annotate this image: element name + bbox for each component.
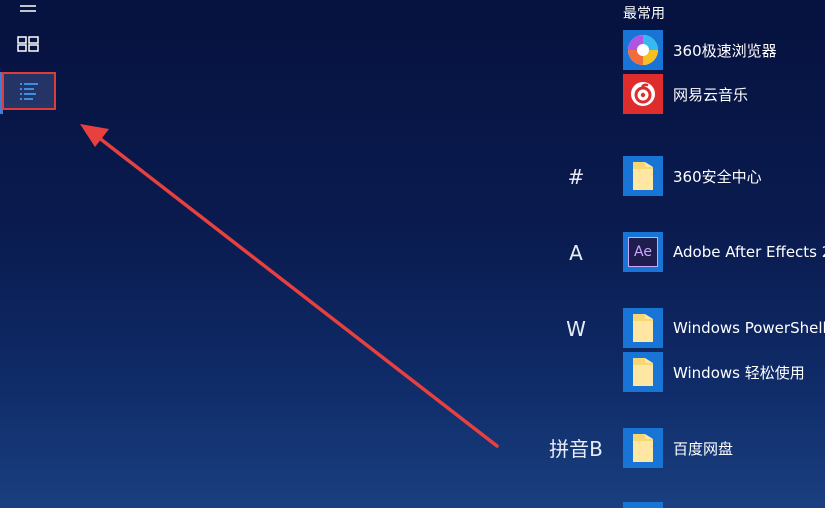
ae-badge-text: Ae [634, 244, 652, 260]
folder-icon [633, 314, 653, 342]
browser-360-icon [628, 35, 658, 65]
next-app-tile-partial[interactable] [623, 502, 663, 508]
tiles-view-button[interactable] [0, 24, 56, 64]
group-letter-pinyin-b[interactable]: 拼音B [536, 437, 616, 461]
after-effects-icon: Ae [628, 237, 658, 267]
folder-icon [633, 358, 653, 386]
all-apps-list-button[interactable] [2, 72, 56, 110]
app-item-label: 360极速浏览器 [673, 41, 777, 60]
app-item-label: 网易云音乐 [673, 85, 749, 104]
app-item-label: Windows 轻松使用 [673, 363, 805, 382]
folder-icon [633, 434, 653, 462]
folder-icon [633, 162, 653, 190]
app-item-after-effects[interactable]: Ae Adobe After Effects 2 [623, 232, 825, 272]
app-item-netease-music[interactable]: 网易云音乐 [623, 74, 825, 114]
most-used-header: 最常用 [623, 6, 665, 22]
app-item-label: Windows PowerShell [673, 319, 825, 337]
tiles-icon [17, 36, 39, 52]
hamburger-icon [20, 5, 36, 12]
expand-menu-button[interactable] [0, 0, 56, 22]
group-letter-a[interactable]: A [536, 241, 616, 265]
app-item-windows-powershell[interactable]: Windows PowerShell [623, 308, 825, 348]
netease-music-icon [631, 82, 655, 106]
app-item-label: Adobe After Effects 2 [673, 243, 825, 261]
app-item-baidu-netdisk[interactable]: 百度网盘 [623, 428, 825, 468]
list-icon [20, 83, 38, 100]
app-item-windows-ease-of-access[interactable]: Windows 轻松使用 [623, 352, 825, 392]
app-item-360-security[interactable]: 360安全中心 [623, 156, 825, 196]
group-letter-w[interactable]: W [536, 317, 616, 341]
app-item-360-browser[interactable]: 360极速浏览器 [623, 30, 825, 70]
app-item-label: 360安全中心 [673, 167, 762, 186]
group-letter-hash[interactable]: # [536, 165, 616, 189]
app-item-label: 百度网盘 [673, 439, 734, 458]
start-menu-rail [0, 0, 60, 508]
